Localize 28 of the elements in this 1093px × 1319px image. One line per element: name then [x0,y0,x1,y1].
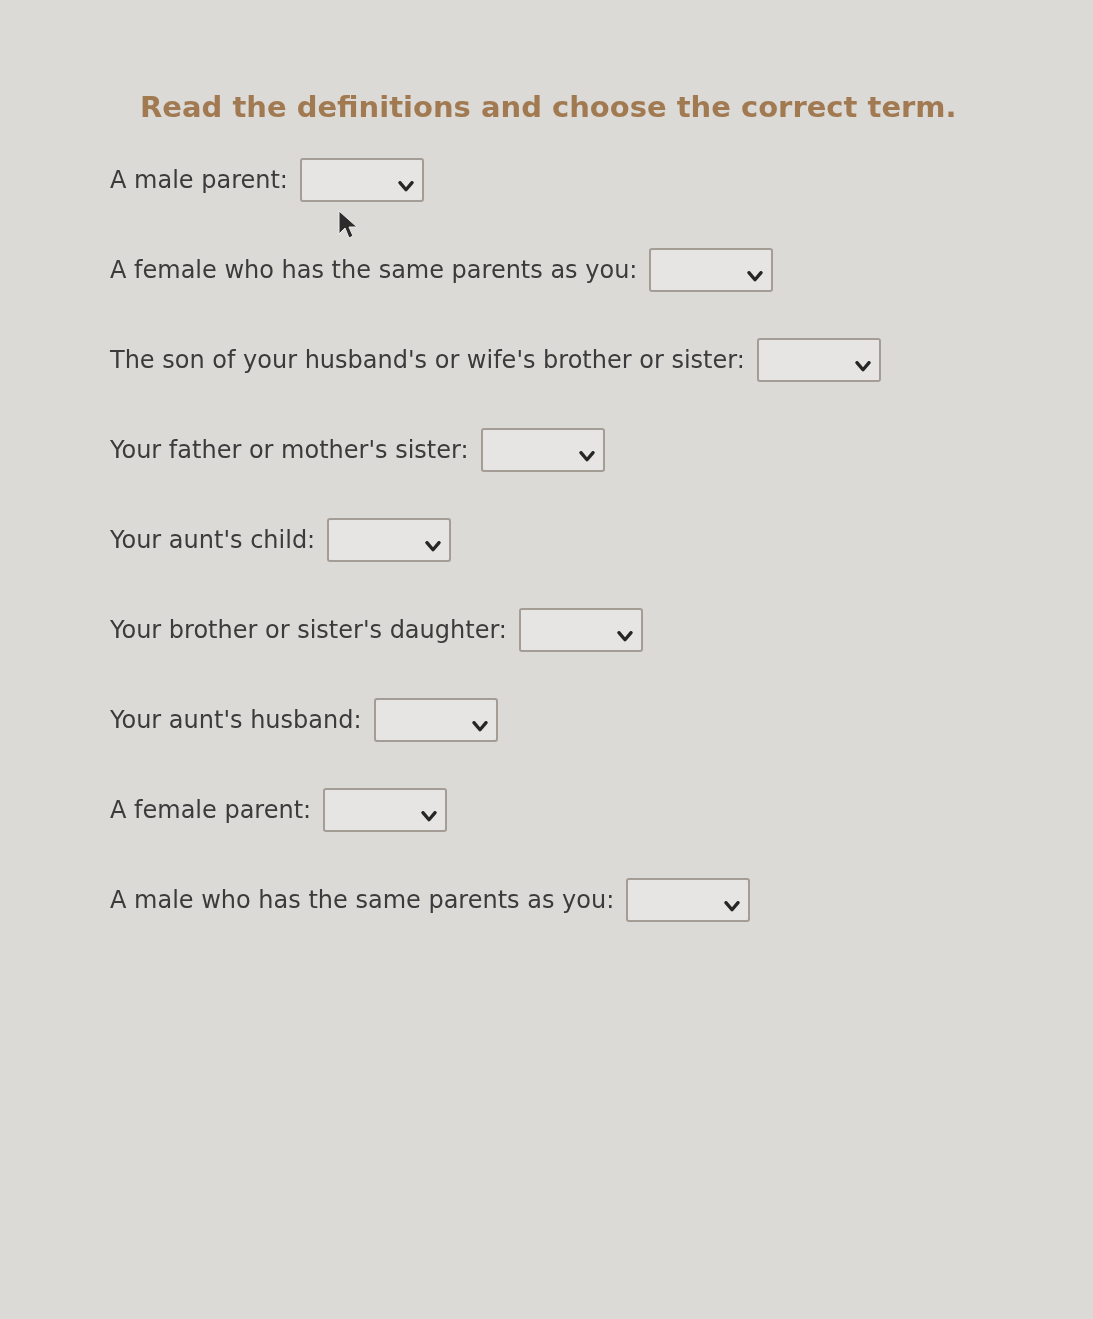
question-label: A female parent: [110,796,312,824]
question-label: Your aunt's child: [110,526,316,554]
answer-dropdown[interactable] [756,338,881,382]
question-label: A female who has the same parents as you: [110,256,638,284]
mouse-pointer-icon [337,210,358,240]
answer-dropdown[interactable] [480,428,605,472]
answer-dropdown[interactable] [649,248,774,292]
instruction-heading: Read the definitions and choose the correct term. [140,90,958,124]
question-label: Your father or mother's sister: [110,436,469,464]
question-label: Your brother or sister's daughter: [110,616,507,644]
answer-dropdown[interactable] [518,608,643,652]
question-label: A male parent: [110,166,288,194]
chevron-icon [471,721,488,732]
answer-dropdown[interactable] [626,878,751,922]
question-label: Your aunt's husband: [110,706,362,734]
chevron-icon [578,451,595,462]
question-label: A male who has the same parents as you: [110,886,615,914]
chevron-icon [854,361,871,372]
chevron-icon [616,631,633,642]
chevron-icon [421,811,438,822]
chevron-icon [397,181,414,192]
answer-dropdown[interactable] [327,518,452,562]
chevron-icon [724,901,741,912]
answer-dropdown[interactable] [373,698,498,742]
chevron-icon [425,541,442,552]
question-label: The son of your husband's or wife's brother or sister: [110,346,745,374]
chevron-icon [747,271,764,282]
answer-dropdown[interactable] [323,788,448,832]
